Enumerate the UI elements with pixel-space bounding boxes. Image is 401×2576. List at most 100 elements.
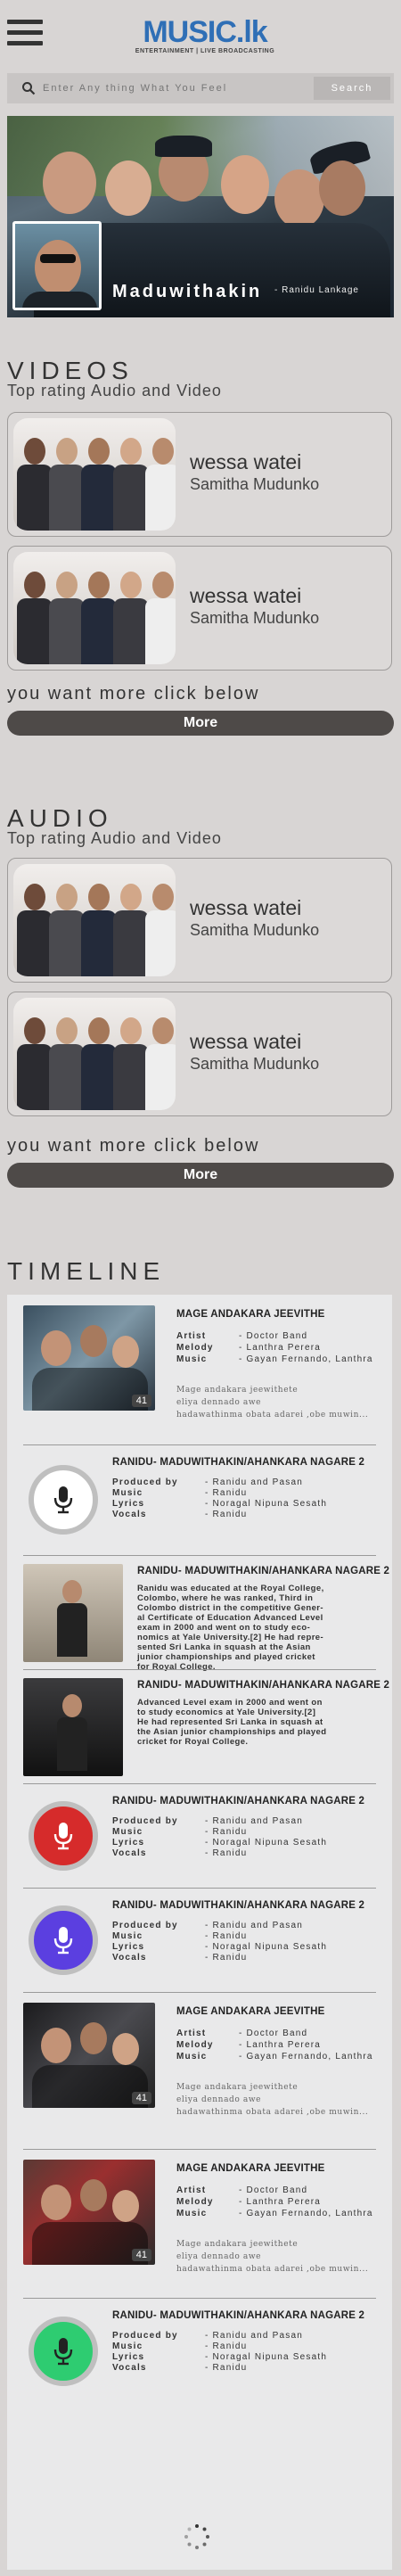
- timeline-item-title: RANIDU- MADUWITHAKIN/AHANKARA NAGARE 2: [137, 1566, 390, 1576]
- photo-count-badge: 41: [131, 2249, 151, 2261]
- hero-person: [274, 169, 324, 228]
- timeline-field: Melody - Lanthra Perera: [176, 1343, 322, 1353]
- microphone-icon: [53, 1822, 73, 1849]
- timeline-field: Music - Gayan Fernando, Lanthra: [176, 2052, 373, 2062]
- audio-play-button[interactable]: [29, 2317, 98, 2386]
- timeline-description: Mage andakara jeewithete eliya dennado aw…: [176, 1386, 369, 1420]
- hero-person: [319, 160, 365, 216]
- timeline-list: 41 MAGE ANDAKARA JEEVITHE Artist - Doctor …: [7, 1295, 392, 2570]
- search-button[interactable]: Search: [314, 77, 390, 100]
- videos-more-button[interactable]: More: [7, 711, 394, 736]
- hero-banner[interactable]: Maduwithakin - Ranidu Lankage: [7, 116, 394, 317]
- timeline-paragraph-line: Colombo district in the competitive Gene…: [137, 1603, 323, 1613]
- timeline-field: Vocals - Ranidu: [112, 2363, 248, 2373]
- timeline-item[interactable]: RANIDU- MADUWITHAKIN/AHANKARA NAGARE 2 Pr…: [7, 1783, 392, 1888]
- search-input[interactable]: [43, 73, 310, 103]
- timeline-field: Artist - Doctor Band: [176, 1331, 308, 1341]
- audio-card[interactable]: wessa watei Samitha Mudunko: [7, 858, 392, 983]
- photo-person: [113, 566, 149, 664]
- timeline-photo[interactable]: [23, 1564, 123, 1662]
- timeline-field: Music - Gayan Fernando, Lanthra: [176, 2209, 373, 2218]
- timeline-item[interactable]: RANIDU- MADUWITHAKIN/AHANKARA NAGARE 2 Ra…: [7, 1555, 392, 1672]
- photo-person: [145, 566, 176, 664]
- timeline-paragraph-line: Colombo, where he was ranked, Third in: [137, 1593, 314, 1603]
- hero-cap: [155, 136, 212, 157]
- timeline-divider: [23, 1669, 376, 1670]
- video-artist: Samitha Mudunko: [190, 609, 320, 627]
- photo-person: [81, 1012, 117, 1110]
- timeline-item-title: RANIDU- MADUWITHAKIN/AHANKARA NAGARE 2: [112, 2310, 365, 2321]
- photo-person: [17, 566, 53, 664]
- timeline-item-title: RANIDU- MADUWITHAKIN/AHANKARA NAGARE 2: [112, 1457, 365, 1468]
- video-thumbnail[interactable]: [13, 552, 176, 664]
- video-card[interactable]: wessa watei Samitha Mudunko: [7, 412, 392, 537]
- timeline-field: Vocals - Ranidu: [112, 1953, 248, 1963]
- timeline-photo[interactable]: [23, 1678, 123, 1776]
- photo-person: [81, 432, 117, 531]
- photo-count-badge: 41: [131, 2092, 151, 2104]
- logo-text: MUSIC.lk: [143, 15, 267, 49]
- audio-more-text: you want more click below: [7, 1136, 260, 1156]
- menu-icon[interactable]: [7, 20, 43, 46]
- hero-title: Maduwithakin: [112, 282, 263, 301]
- timeline-field: Music - Gayan Fernando, Lanthra: [176, 1354, 373, 1364]
- timeline-paragraph-line: al Certificate of Education Advanced Lev…: [137, 1613, 323, 1623]
- timeline-item[interactable]: RANIDU- MADUWITHAKIN/AHANKARA NAGARE 2 Pr…: [7, 2298, 392, 2405]
- timeline-divider: [23, 1992, 376, 1993]
- timeline-paragraph-line: He had represented Sri Lanka in squash a…: [137, 1717, 323, 1727]
- hero-person: [43, 152, 96, 214]
- timeline-paragraph-line: cricket for Royal College.: [137, 1737, 249, 1747]
- audio-card[interactable]: wessa watei Samitha Mudunko: [7, 992, 392, 1116]
- logo-tagline: ENTERTAINMENT | LIVE BROADCASTING: [135, 48, 275, 54]
- video-thumbnail[interactable]: [13, 418, 176, 531]
- audio-play-button[interactable]: [29, 1800, 98, 1871]
- timeline-photo[interactable]: 41: [23, 2003, 155, 2108]
- timeline-photo[interactable]: 41: [23, 1305, 155, 1411]
- timeline-divider: [23, 1783, 376, 1784]
- timeline-item[interactable]: RANIDU- MADUWITHAKIN/AHANKARA NAGARE 2 Pr…: [7, 1444, 392, 1555]
- photo-person: [113, 432, 149, 531]
- timeline-photo[interactable]: 41: [23, 2160, 155, 2265]
- hero-artist-thumbnail[interactable]: [12, 221, 102, 310]
- audio-artist: Samitha Mudunko: [190, 921, 320, 939]
- timeline-paragraph-line: sented Sri Lanka in squash at the Asian: [137, 1642, 311, 1652]
- photo-person: [145, 878, 176, 976]
- video-artist: Samitha Mudunko: [190, 475, 320, 493]
- audio-more-button[interactable]: More: [7, 1163, 394, 1188]
- photo-count-badge: 41: [131, 1395, 151, 1407]
- timeline-paragraph-line: Advanced Level exam in 2000 and went on: [137, 1698, 323, 1708]
- photo-person: [145, 432, 176, 531]
- timeline-item[interactable]: 41 MAGE ANDAKARA JEEVITHE Artist - Doctor …: [7, 1295, 392, 1444]
- microphone-icon: [53, 2338, 73, 2366]
- timeline-item[interactable]: 41 MAGE ANDAKARA JEEVITHE Artist - Doctor …: [7, 1992, 392, 2149]
- timeline-description: Mage andakara jeewithete eliya dennado aw…: [176, 2240, 369, 2274]
- audio-section-subtitle: Top rating Audio and Video: [7, 829, 222, 847]
- timeline-divider: [23, 1888, 376, 1889]
- video-card[interactable]: wessa watei Samitha Mudunko: [7, 546, 392, 671]
- timeline-item[interactable]: RANIDU- MADUWITHAKIN/AHANKARA NAGARE 2 Ad…: [7, 1669, 392, 1783]
- photo-person: [17, 432, 53, 531]
- timeline-item-title: RANIDU- MADUWITHAKIN/AHANKARA NAGARE 2: [112, 1796, 365, 1806]
- timeline-field: Vocals - Ranidu: [112, 1510, 248, 1519]
- photo-person: [113, 878, 149, 976]
- audio-thumbnail[interactable]: [13, 864, 176, 976]
- timeline-item[interactable]: RANIDU- MADUWITHAKIN/AHANKARA NAGARE 2 Pr…: [7, 1888, 392, 1992]
- photo-person: [81, 566, 117, 664]
- audio-play-button[interactable]: [29, 1465, 98, 1535]
- timeline-item-title: RANIDU- MADUWITHAKIN/AHANKARA NAGARE 2: [137, 1680, 390, 1691]
- timeline-paragraph-line: Ranidu was educated at the Royal College…: [137, 1584, 324, 1593]
- timeline-field: Melody - Lanthra Perera: [176, 2040, 322, 2050]
- timeline-item[interactable]: 41 MAGE ANDAKARA JEEVITHE Artist - Doctor …: [7, 2149, 392, 2298]
- audio-play-button[interactable]: [29, 1905, 98, 1975]
- timeline-item-title: MAGE ANDAKARA JEEVITHE: [176, 1309, 325, 1320]
- audio-thumbnail[interactable]: [13, 998, 176, 1110]
- video-title: wessa watei: [190, 450, 302, 473]
- timeline-paragraph-line: exam in 2000 and went on to study eco-: [137, 1623, 311, 1633]
- timeline-divider: [23, 2149, 376, 2150]
- audio-artist: Samitha Mudunko: [190, 1055, 320, 1073]
- photo-person: [17, 878, 53, 976]
- search-bar: Search: [7, 73, 394, 103]
- photo-person: [17, 1012, 53, 1110]
- photo-person: [145, 1012, 176, 1110]
- site-logo[interactable]: MUSIC.lk ENTERTAINMENT | LIVE BROADCASTI…: [125, 16, 285, 59]
